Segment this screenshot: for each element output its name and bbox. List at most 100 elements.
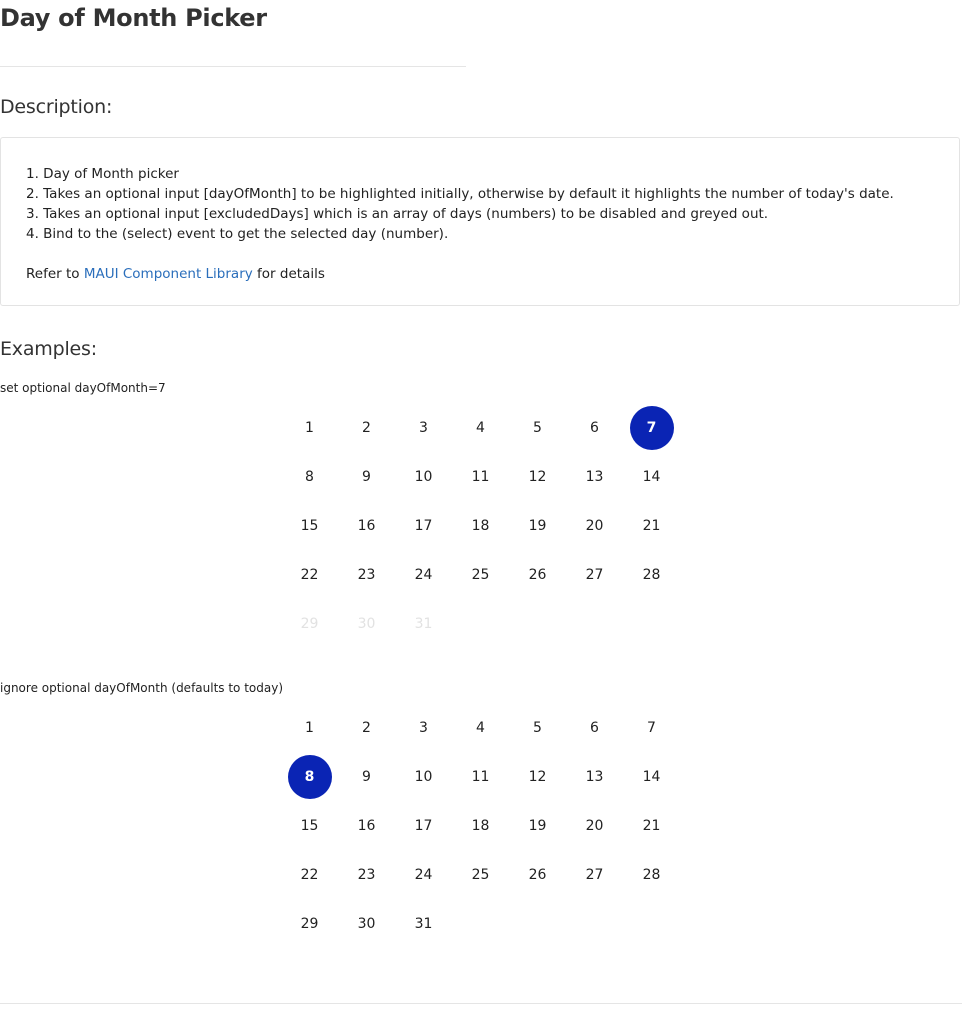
examples-heading: Examples: (0, 338, 97, 360)
day-number: 16 (357, 817, 376, 834)
day-cell[interactable]: 10 (395, 452, 452, 501)
day-cell[interactable]: 2 (338, 703, 395, 752)
day-cell[interactable]: 19 (509, 501, 566, 550)
day-cell[interactable]: 4 (452, 403, 509, 452)
day-cell[interactable]: 6 (566, 703, 623, 752)
day-cell[interactable]: 6 (566, 403, 623, 452)
day-number: 25 (471, 566, 490, 583)
day-cell[interactable]: 20 (566, 801, 623, 850)
day-cell[interactable]: 19 (509, 801, 566, 850)
day-cell[interactable]: 22 (281, 550, 338, 599)
day-cell[interactable]: 18 (452, 801, 509, 850)
day-number: 20 (585, 517, 604, 534)
day-cell[interactable]: 5 (509, 403, 566, 452)
day-cell[interactable]: 29 (281, 899, 338, 948)
day-number: 17 (414, 817, 433, 834)
day-cell[interactable]: 28 (623, 850, 680, 899)
day-number: 28 (642, 566, 661, 583)
day-number: 27 (585, 566, 604, 583)
day-cell[interactable]: 21 (623, 501, 680, 550)
day-cell[interactable]: 13 (566, 452, 623, 501)
day-number: 5 (533, 419, 542, 436)
day-cell-disabled: 30 (338, 599, 395, 648)
day-number: 1 (305, 419, 314, 436)
example-label-default-today: ignore optional dayOfMonth (defaults to … (0, 681, 284, 695)
day-number: 21 (642, 517, 661, 534)
day-cell[interactable]: 23 (338, 850, 395, 899)
day-number: 28 (642, 866, 661, 883)
day-number: 17 (414, 517, 433, 534)
day-number: 12 (528, 468, 547, 485)
description-heading: Description: (0, 96, 113, 118)
description-item-2: 2. Takes an optional input [dayOfMonth] … (26, 186, 894, 202)
day-number: 29 (300, 915, 319, 932)
description-item-3: 3. Takes an optional input [excludedDays… (26, 206, 769, 222)
day-cell[interactable]: 7 (623, 703, 680, 752)
day-cell[interactable]: 17 (395, 501, 452, 550)
day-cell[interactable]: 27 (566, 550, 623, 599)
day-cell[interactable]: 13 (566, 752, 623, 801)
day-cell[interactable]: 15 (281, 501, 338, 550)
day-picker-example-1: 1 2 3 4 5 6 7 8 9 10 11 12 13 14 15 16 17 18 19 20 21 22 23 24 2… (281, 403, 681, 648)
day-cell[interactable]: 16 (338, 501, 395, 550)
day-number: 21 (642, 817, 661, 834)
day-cell[interactable]: 25 (452, 550, 509, 599)
day-number: 10 (414, 768, 433, 785)
maui-library-link[interactable]: MAUI Component Library (84, 266, 253, 282)
description-panel: 1. Day of Month picker 2. Takes an optio… (0, 137, 960, 306)
day-cell[interactable]: 3 (395, 403, 452, 452)
day-cell[interactable]: 11 (452, 752, 509, 801)
day-cell[interactable]: 1 (281, 403, 338, 452)
day-cell[interactable]: 3 (395, 703, 452, 752)
day-number: 15 (300, 817, 319, 834)
day-cell[interactable]: 18 (452, 501, 509, 550)
day-cell[interactable]: 26 (509, 550, 566, 599)
day-cell[interactable]: 27 (566, 850, 623, 899)
day-cell[interactable]: 24 (395, 550, 452, 599)
day-cell[interactable]: 10 (395, 752, 452, 801)
refer-line: Refer to MAUI Component Library for deta… (26, 264, 934, 284)
day-cell[interactable]: 31 (395, 899, 452, 948)
day-cell[interactable]: 5 (509, 703, 566, 752)
day-number: 9 (362, 468, 371, 485)
day-number: 8 (287, 754, 332, 799)
day-cell[interactable]: 2 (338, 403, 395, 452)
day-number: 18 (471, 817, 490, 834)
day-number: 5 (533, 719, 542, 736)
day-number: 31 (414, 615, 433, 632)
day-cell[interactable]: 15 (281, 801, 338, 850)
day-number: 13 (585, 768, 604, 785)
title-divider (0, 66, 466, 67)
day-cell[interactable]: 11 (452, 452, 509, 501)
day-cell[interactable]: 9 (338, 752, 395, 801)
day-number: 22 (300, 566, 319, 583)
day-number: 25 (471, 866, 490, 883)
day-cell[interactable]: 12 (509, 752, 566, 801)
day-cell[interactable]: 22 (281, 850, 338, 899)
day-cell[interactable]: 24 (395, 850, 452, 899)
day-cell[interactable]: 20 (566, 501, 623, 550)
day-cell[interactable]: 9 (338, 452, 395, 501)
day-cell[interactable]: 26 (509, 850, 566, 899)
day-cell[interactable]: 17 (395, 801, 452, 850)
day-number: 9 (362, 768, 371, 785)
day-number: 19 (528, 817, 547, 834)
day-cell[interactable]: 28 (623, 550, 680, 599)
day-cell-selected[interactable]: 7 (623, 403, 680, 452)
day-cell[interactable]: 16 (338, 801, 395, 850)
day-cell[interactable]: 30 (338, 899, 395, 948)
day-number: 11 (471, 768, 490, 785)
day-cell[interactable]: 4 (452, 703, 509, 752)
day-cell[interactable]: 21 (623, 801, 680, 850)
day-cell[interactable]: 23 (338, 550, 395, 599)
day-cell[interactable]: 12 (509, 452, 566, 501)
day-cell[interactable]: 25 (452, 850, 509, 899)
day-cell[interactable]: 14 (623, 752, 680, 801)
day-cell[interactable]: 8 (281, 452, 338, 501)
day-cell[interactable]: 14 (623, 452, 680, 501)
day-number: 6 (590, 719, 599, 736)
description-item-1: 1. Day of Month picker (26, 166, 179, 182)
day-cell[interactable]: 1 (281, 703, 338, 752)
day-cell-selected[interactable]: 8 (281, 752, 338, 801)
